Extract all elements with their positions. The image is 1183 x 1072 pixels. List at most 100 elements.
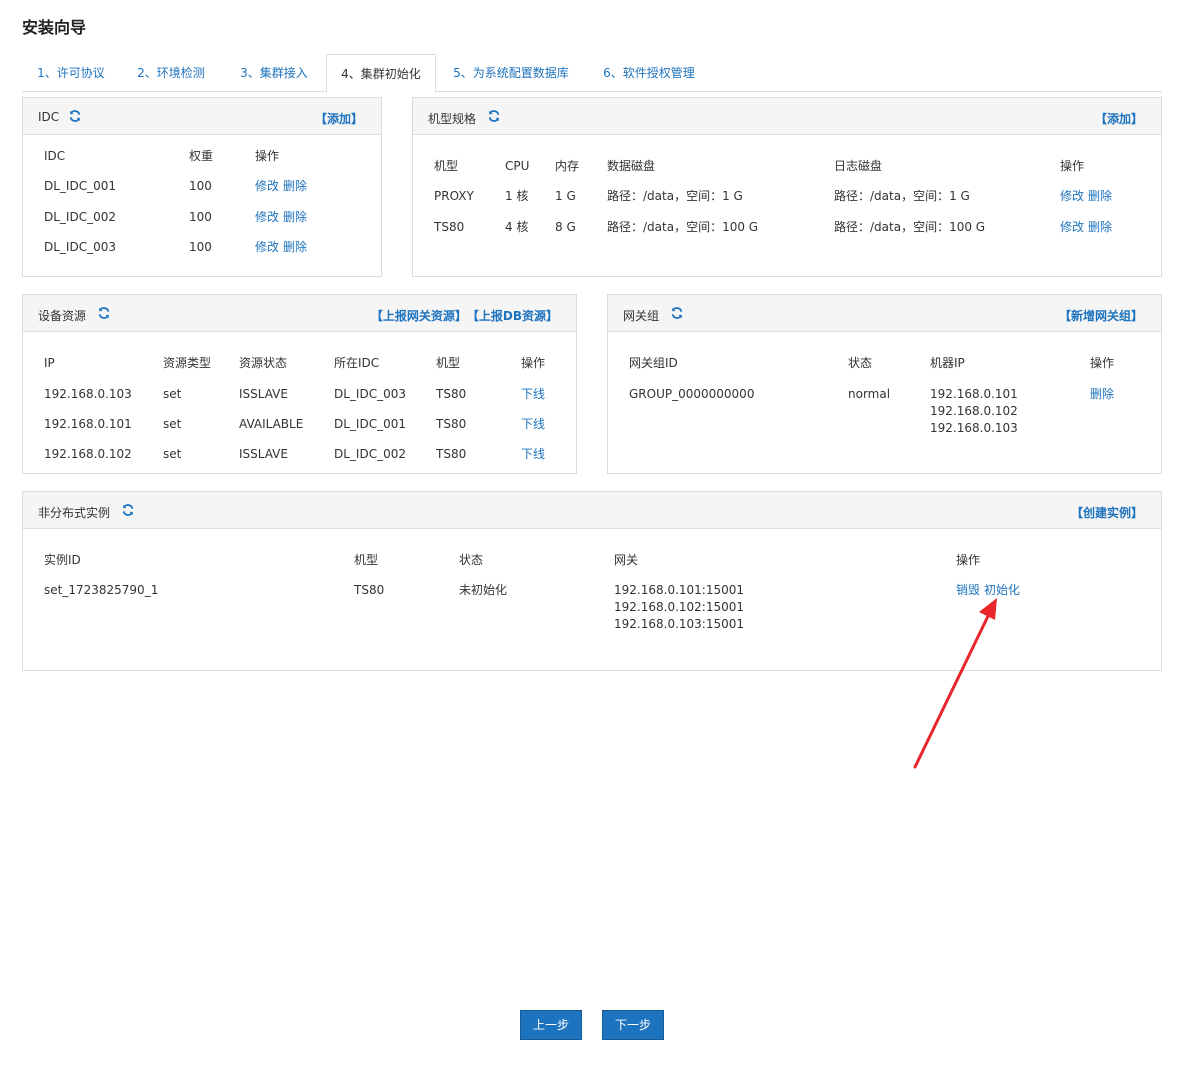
gateway-status: normal xyxy=(848,387,891,401)
device-model: TS80 xyxy=(436,417,467,431)
column-header: 状态 xyxy=(459,553,484,567)
device-idc: DL_IDC_002 xyxy=(334,447,406,461)
add-idc-button[interactable]: 【添加】 xyxy=(315,112,363,126)
gateway-ip: 192.168.0.102 xyxy=(930,404,1018,418)
refresh-icon[interactable] xyxy=(97,306,111,320)
idc-panel: IDC 【添加】 IDC 权重 操作 DL_IDC_001 100 修改 删除 … xyxy=(22,97,382,277)
spec-data-disk: 路径：/data，空间：1 G xyxy=(607,189,743,203)
wizard-tabs: 1、许可协议 2、环境检测 3、集群接入 4、集群初始化 5、为系统配置数据库 … xyxy=(22,54,1162,93)
offline-link[interactable]: 下线 xyxy=(521,446,545,463)
tab-cluster-init[interactable]: 4、集群初始化 xyxy=(326,54,436,93)
next-step-button[interactable]: 下一步 xyxy=(602,1010,664,1040)
device-ip: 192.168.0.102 xyxy=(44,447,132,461)
tab-license[interactable]: 1、许可协议 xyxy=(22,54,120,92)
column-header: CPU xyxy=(505,159,530,173)
add-gateway-group-button[interactable]: 【新增网关组】 xyxy=(1059,309,1143,323)
device-status: ISSLAVE xyxy=(239,387,288,401)
spec-mem: 8 G xyxy=(555,220,576,234)
device-model: TS80 xyxy=(436,387,467,401)
gateway-ip: 192.168.0.101 xyxy=(930,387,1018,401)
column-header: 状态 xyxy=(848,356,873,370)
device-model: TS80 xyxy=(436,447,467,461)
gateway-panel: 网关组 【新增网关组】 网关组ID 状态 机器IP 操作 GROUP_00000… xyxy=(607,294,1162,474)
spec-mem: 1 G xyxy=(555,189,576,203)
report-db-button[interactable]: 【上报DB资源】 xyxy=(473,309,558,323)
tab-env-check[interactable]: 2、环境检测 xyxy=(120,54,222,92)
device-type: set xyxy=(163,447,182,461)
offline-link[interactable]: 下线 xyxy=(521,386,545,403)
device-idc: DL_IDC_001 xyxy=(334,417,406,431)
idc-weight: 100 xyxy=(189,210,212,224)
instance-model: TS80 xyxy=(354,583,385,597)
gateway-group-id: GROUP_0000000000 xyxy=(629,387,755,401)
edit-link[interactable]: 修改 xyxy=(1060,219,1084,236)
refresh-icon[interactable] xyxy=(121,503,135,517)
spec-data-disk: 路径：/data，空间：100 G xyxy=(607,220,759,234)
idc-name: DL_IDC_002 xyxy=(44,210,116,224)
delete-link[interactable]: 删除 xyxy=(1088,188,1112,205)
destroy-link[interactable]: 销毁 xyxy=(956,582,980,599)
device-status: AVAILABLE xyxy=(239,417,304,431)
offline-link[interactable]: 下线 xyxy=(521,416,545,433)
column-header: 数据磁盘 xyxy=(607,159,656,173)
prev-step-button[interactable]: 上一步 xyxy=(520,1010,582,1040)
idc-weight: 100 xyxy=(189,240,212,254)
idc-panel-title: IDC xyxy=(38,110,60,124)
instance-gateway: 192.168.0.101:15001 xyxy=(614,583,745,597)
delete-link[interactable]: 删除 xyxy=(1090,386,1114,403)
gateway-ip: 192.168.0.103 xyxy=(930,421,1018,435)
delete-link[interactable]: 删除 xyxy=(1088,219,1112,236)
spec-model: PROXY xyxy=(434,189,474,203)
column-header: 机型 xyxy=(354,553,379,567)
instance-status: 未初始化 xyxy=(459,583,508,597)
column-header: 内存 xyxy=(555,159,580,173)
column-header: IDC xyxy=(44,149,66,163)
column-header: 操作 xyxy=(521,356,546,370)
initialize-link[interactable]: 初始化 xyxy=(984,582,1020,599)
page-title: 安装向导 xyxy=(22,18,87,37)
spec-log-disk: 路径：/data，空间：100 G xyxy=(834,220,986,234)
spec-panel: 机型规格 【添加】 机型 CPU 内存 数据磁盘 日志磁盘 操作 PROXY 1… xyxy=(412,97,1162,277)
device-ip: 192.168.0.101 xyxy=(44,417,132,431)
device-ip: 192.168.0.103 xyxy=(44,387,132,401)
spec-model: TS80 xyxy=(434,220,465,234)
edit-link[interactable]: 修改 xyxy=(1060,188,1084,205)
spec-panel-title: 机型规格 xyxy=(428,112,477,126)
instance-gateway: 192.168.0.103:15001 xyxy=(614,617,745,631)
column-header: 网关 xyxy=(614,553,639,567)
column-header: 机器IP xyxy=(930,356,965,370)
add-spec-button[interactable]: 【添加】 xyxy=(1095,112,1143,126)
create-instance-button[interactable]: 【创建实例】 xyxy=(1071,506,1143,520)
refresh-icon[interactable] xyxy=(68,109,82,123)
delete-link[interactable]: 删除 xyxy=(283,178,307,195)
edit-link[interactable]: 修改 xyxy=(255,239,279,256)
tab-cluster-join[interactable]: 3、集群接入 xyxy=(222,54,326,92)
refresh-icon[interactable] xyxy=(487,109,501,123)
refresh-icon[interactable] xyxy=(670,306,684,320)
delete-link[interactable]: 删除 xyxy=(283,239,307,256)
column-header: 权重 xyxy=(189,149,214,163)
spec-cpu: 4 核 xyxy=(505,220,529,234)
column-header: 网关组ID xyxy=(629,356,678,370)
device-type: set xyxy=(163,417,182,431)
device-idc: DL_IDC_003 xyxy=(334,387,406,401)
column-header: 操作 xyxy=(956,553,981,567)
edit-link[interactable]: 修改 xyxy=(255,209,279,226)
instance-id: set_1723825790_1 xyxy=(44,583,159,597)
column-header: 操作 xyxy=(1060,159,1085,173)
idc-name: DL_IDC_001 xyxy=(44,179,116,193)
report-gateway-button[interactable]: 【上报网关资源】 xyxy=(371,309,467,323)
spec-cpu: 1 核 xyxy=(505,189,529,203)
edit-link[interactable]: 修改 xyxy=(255,178,279,195)
delete-link[interactable]: 删除 xyxy=(283,209,307,226)
tab-license-mgmt[interactable]: 6、软件授权管理 xyxy=(586,54,712,92)
column-header: 所在IDC xyxy=(334,356,380,370)
device-panel: 设备资源 【上报网关资源】 【上报DB资源】 IP 资源类型 资源状态 所在IDC… xyxy=(22,294,577,474)
instance-panel-title: 非分布式实例 xyxy=(38,506,111,520)
column-header: 操作 xyxy=(1090,356,1115,370)
idc-weight: 100 xyxy=(189,179,212,193)
tab-db-config[interactable]: 5、为系统配置数据库 xyxy=(436,54,586,92)
device-panel-title: 设备资源 xyxy=(38,309,87,323)
idc-name: DL_IDC_003 xyxy=(44,240,116,254)
device-type: set xyxy=(163,387,182,401)
